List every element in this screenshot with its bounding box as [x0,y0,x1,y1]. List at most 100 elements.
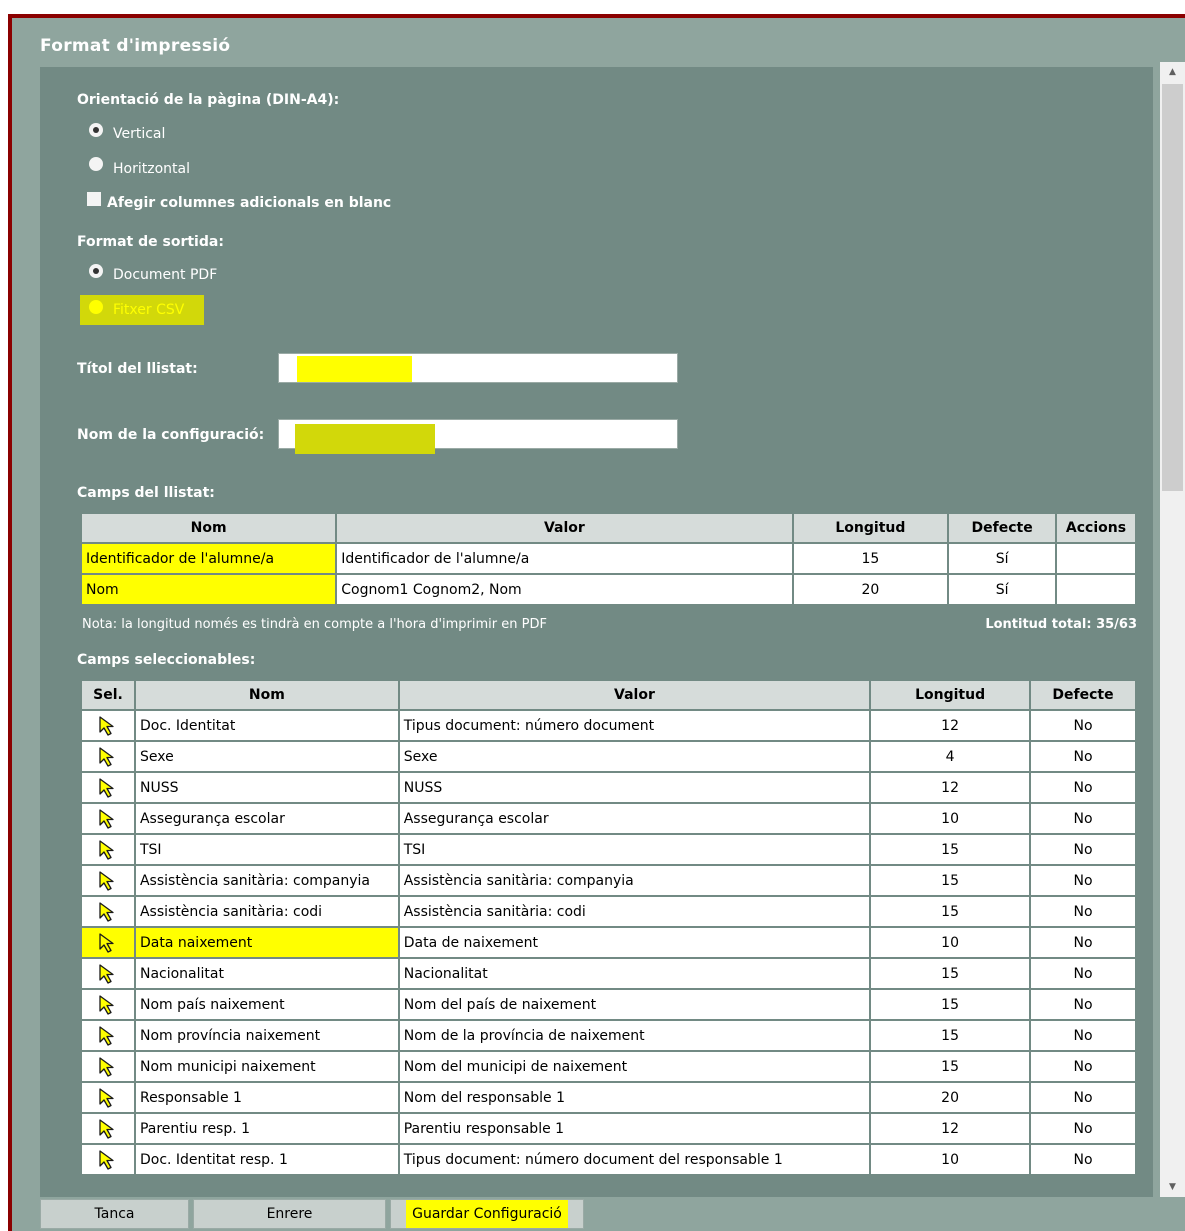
field-name: TSI [133,833,400,866]
select-field-button[interactable] [80,926,136,959]
vertical-scrollbar[interactable]: ▲ ▼ [1160,62,1185,1197]
table-row: Nom província naixement Nom de la provínc… [80,1019,1137,1052]
output-pdf-radio[interactable] [89,264,103,278]
select-field-button[interactable] [80,740,136,773]
list-title-label: Títol del llistat: [77,361,198,377]
scroll-down-icon[interactable]: ▼ [1160,1177,1185,1197]
pointer-arrow-icon[interactable] [97,932,119,953]
close-button-label: Tanca [94,1206,135,1222]
pointer-arrow-icon[interactable] [97,1025,119,1046]
field-actions[interactable] [1055,573,1137,606]
pointer-arrow-icon[interactable] [97,808,119,829]
save-config-button[interactable]: Guardar Configuració [390,1199,584,1229]
select-field-button[interactable] [80,957,136,990]
field-value: Nom del municipi de naixement [397,1050,872,1083]
select-field-button[interactable] [80,709,136,742]
pointer-arrow-icon[interactable] [97,963,119,984]
dialog-title: Format d'impressió [40,36,231,56]
table-row: Data naixement Data de naixement 10 No [80,926,1137,959]
field-name: Nom província naixement [133,1019,400,1052]
field-name: NUSS [133,771,400,804]
field-name: Nacionalitat [133,957,400,990]
scroll-thumb[interactable] [1162,84,1183,491]
orientation-vertical-label[interactable]: Vertical [113,126,165,142]
select-field-button[interactable] [80,1050,136,1083]
field-name: Nom [79,573,338,606]
field-default: No [1029,1112,1137,1145]
field-value: Assistència sanitària: companyia [397,864,872,897]
field-value: Tipus document: número document [397,709,872,742]
field-length: 15 [869,833,1032,866]
back-button[interactable]: Enrere [193,1199,386,1229]
field-value: Nacionalitat [397,957,872,990]
field-value: Nom de la província de naixement [397,1019,872,1052]
select-field-button[interactable] [80,833,136,866]
field-value: Parentiu responsable 1 [397,1112,872,1145]
select-field-button[interactable] [80,1019,136,1052]
field-default: No [1029,709,1137,742]
pointer-arrow-icon[interactable] [97,870,119,891]
pointer-arrow-icon[interactable] [97,715,119,736]
col-valor: Valor [335,512,794,544]
select-field-button[interactable] [80,771,136,804]
extra-columns-checkbox[interactable] [87,192,101,206]
field-name: Doc. Identitat [133,709,400,742]
field-length: 15 [869,988,1032,1021]
pointer-arrow-icon[interactable] [97,901,119,922]
field-default: No [1029,1019,1137,1052]
pointer-arrow-icon[interactable] [97,777,119,798]
field-value: Tipus document: número document del resp… [397,1143,872,1176]
field-value: TSI [397,833,872,866]
orientation-vertical-radio[interactable] [89,123,103,137]
select-field-button[interactable] [80,802,136,835]
field-length: 20 [791,573,950,606]
orientation-horizontal-radio[interactable] [89,157,103,171]
pointer-arrow-icon[interactable] [97,1149,119,1170]
field-value: Cognom1 Cognom2, Nom [335,573,794,606]
field-default: No [1029,864,1137,897]
table-row: Nom Cognom1 Cognom2, Nom 20 Sí [79,573,1137,606]
field-length: 12 [869,771,1032,804]
field-length: 20 [869,1081,1032,1114]
field-value: Nom del país de naixement [397,988,872,1021]
pointer-arrow-icon[interactable] [97,994,119,1015]
col-defecte: Defecte [1029,679,1137,711]
save-config-label: Guardar Configuració [406,1200,568,1228]
extra-columns-label[interactable]: Afegir columnes adicionals en blanc [107,195,391,211]
list-title-input[interactable] [278,353,678,383]
field-length: 15 [869,895,1032,928]
field-length: 4 [869,740,1032,773]
col-nom: Nom [79,512,338,544]
scroll-up-icon[interactable]: ▲ [1160,62,1185,82]
field-length: 12 [869,709,1032,742]
list-fields-table: Nom Valor Longitud Defecte Accions Ident… [79,512,1137,606]
field-actions[interactable] [1055,542,1137,575]
col-defecte: Defecte [947,512,1058,544]
selectable-fields-label: Camps seleccionables: [77,652,256,668]
pointer-arrow-icon[interactable] [97,1056,119,1077]
field-default: Sí [947,573,1058,606]
select-field-button[interactable] [80,895,136,928]
pointer-arrow-icon[interactable] [97,839,119,860]
orientation-horizontal-label[interactable]: Horitzontal [113,161,190,177]
select-field-button[interactable] [80,988,136,1021]
field-default: No [1029,833,1137,866]
select-field-button[interactable] [80,1143,136,1176]
output-csv-label[interactable]: Fitxer CSV [113,302,184,318]
config-name-input[interactable] [278,419,678,454]
pointer-arrow-icon[interactable] [97,746,119,767]
output-csv-radio[interactable] [89,300,103,314]
field-name: Assegurança escolar [133,802,400,835]
pointer-arrow-icon[interactable] [97,1087,119,1108]
select-field-button[interactable] [80,1081,136,1114]
close-button[interactable]: Tanca [40,1199,189,1229]
select-field-button[interactable] [80,864,136,897]
dialog-content: Orientació de la pàgina (DIN-A4): Vertic… [40,67,1153,1197]
table-row: Responsable 1 Nom del responsable 1 20 No [80,1081,1137,1114]
field-default: No [1029,957,1137,990]
field-name: Parentiu resp. 1 [133,1112,400,1145]
select-field-button[interactable] [80,1112,136,1145]
output-pdf-label[interactable]: Document PDF [113,267,217,283]
table-row: NUSS NUSS 12 No [80,771,1137,804]
pointer-arrow-icon[interactable] [97,1118,119,1139]
